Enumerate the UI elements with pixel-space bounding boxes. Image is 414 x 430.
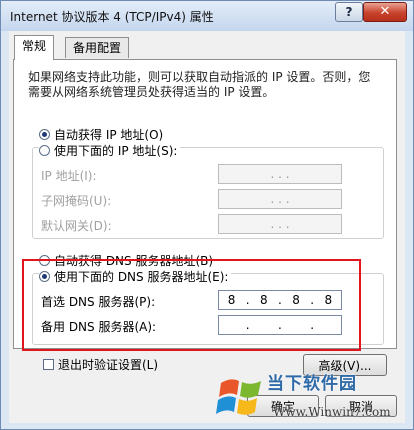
watermark-title: 当下软件园 xyxy=(267,374,357,394)
windows-logo-icon xyxy=(216,379,261,415)
description-text: 如果网络支持此功能，则可以获取自动指派的 IP 设置。否则，您需要从网络系统管理… xyxy=(28,70,371,99)
ip-address-label: IP 地址(I): xyxy=(41,169,97,183)
radio-manual-ip[interactable]: 使用下面的 IP 地址(S): xyxy=(39,142,181,159)
watermark: 当下软件园 Www.Winwin7.com xyxy=(215,361,411,427)
default-gateway-value: . . . xyxy=(270,217,290,231)
title-bar[interactable]: Internet 协议版本 4 (TCP/IPv4) 属性 ? ✕ xyxy=(1,1,413,31)
window-title: Internet 协议版本 4 (TCP/IPv4) 属性 xyxy=(10,10,214,24)
radio-button[interactable] xyxy=(39,145,50,156)
radio-auto-ip-label: 自动获得 IP 地址(O) xyxy=(54,128,164,142)
validate-on-exit-checkbox[interactable]: 退出时验证设置(L) xyxy=(43,356,158,373)
help-button[interactable]: ? xyxy=(335,2,363,22)
radio-button[interactable] xyxy=(39,129,50,140)
watermark-url: Www.Winwin7.com xyxy=(273,405,391,419)
default-gateway-input[interactable]: . . . xyxy=(218,214,342,234)
subnet-mask-input[interactable]: . . . xyxy=(218,189,342,209)
radio-auto-ip[interactable]: 自动获得 IP 地址(O) xyxy=(39,126,163,143)
dialog-window: Internet 协议版本 4 (TCP/IPv4) 属性 ? ✕ 常规 备用配… xyxy=(0,0,414,430)
tab-general[interactable]: 常规 xyxy=(14,35,55,60)
subnet-mask-value: . . . xyxy=(270,192,290,206)
ip-address-value: . . . xyxy=(270,167,290,181)
close-button[interactable]: ✕ xyxy=(363,2,407,22)
ip-address-input[interactable]: . . . xyxy=(218,164,342,184)
radio-manual-ip-label: 使用下面的 IP 地址(S): xyxy=(54,144,178,158)
dns-highlight-box xyxy=(22,259,361,351)
checkbox-box[interactable] xyxy=(43,359,54,370)
default-gateway-label: 默认网关(D): xyxy=(41,219,112,233)
validate-on-exit-label: 退出时验证设置(L) xyxy=(58,358,159,372)
tab-alternate-config[interactable]: 备用配置 xyxy=(65,37,130,58)
subnet-mask-label: 子网掩码(U): xyxy=(41,194,112,208)
